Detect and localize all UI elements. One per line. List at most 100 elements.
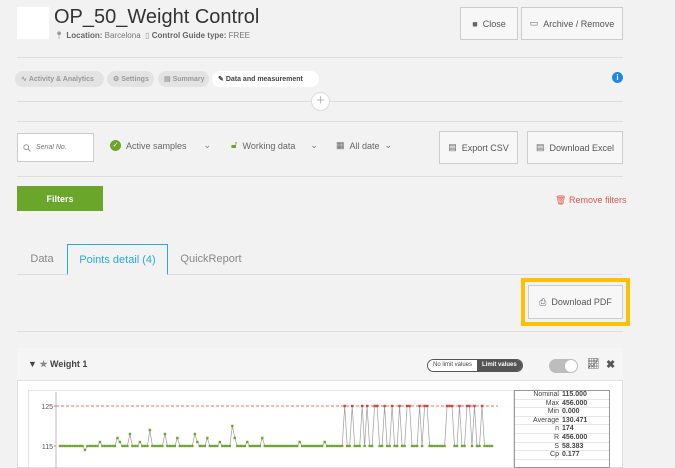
data-point [278,444,281,448]
data-point [131,444,134,448]
data-point-out-of-limit [383,404,386,408]
limit-option[interactable]: Limit values [477,360,522,371]
stat-label: S [554,442,559,450]
tab-points-detail[interactable]: Points detail (4) [67,244,168,275]
no-limit-option[interactable]: No limit values [428,360,478,371]
data-point [253,444,256,448]
data-point [403,444,406,448]
stat-label: Max [545,399,559,407]
data-point [301,444,304,448]
data-point [223,444,227,448]
data-point [66,444,69,448]
data-point [201,444,204,448]
data-point [378,444,381,448]
divider [17,57,623,58]
location-label: Location: [66,31,103,40]
tab-data[interactable]: Data [17,244,67,274]
panel-switch[interactable] [549,359,578,373]
data-point [138,440,142,444]
switch-knob [565,360,577,372]
data-point [433,444,436,448]
data-point [71,444,74,448]
data-point [181,444,184,448]
export-csv-button[interactable]: ▤ Export CSV [439,131,518,164]
add-icon[interactable]: + [311,92,330,111]
serial-search-field[interactable] [17,133,94,162]
stat-value: 0.000 [562,408,580,416]
date-dropdown[interactable]: ▦ All date ⌄ [336,140,392,151]
data-point [96,444,99,448]
close-label: Close [482,18,506,29]
data-point [291,444,294,448]
data-point [335,444,339,448]
working-data-label: Working data [242,140,296,151]
tab-activity-analytics[interactable]: ∿ Activity & Analytics [15,71,104,87]
data-point [243,444,246,448]
lock-icon: 🔓︎ [231,140,238,151]
chart-line-icon[interactable]: 📈︎ [587,359,600,370]
data-point [78,444,82,448]
data-point [76,444,79,448]
archive-remove-button[interactable]: ▭ Archive / Remove [521,7,623,40]
check-circle-icon: ✓ [110,140,121,151]
collapse-icon[interactable]: ▼ [28,359,37,369]
limit-values-toggle[interactable]: No limit values Limit values [427,359,523,372]
data-point [83,448,87,452]
data-point [296,444,299,448]
data-point [251,444,254,448]
data-point [236,444,239,448]
remove-filters-label: Remove filters [568,195,627,205]
working-data-dropdown[interactable]: 🔓︎ Working data ⌄ [231,140,318,151]
panel-title[interactable]: ▼ ★ Weight 1 [28,359,87,370]
data-point [440,444,444,448]
location-pin-icon: 📍︎ [54,31,65,40]
tab-data-measurement[interactable]: ✎ Data and measurement [212,71,319,87]
data-point [435,444,439,448]
data-point [203,444,207,448]
tab-label: Data and measurement [225,75,303,83]
data-point [168,444,172,448]
data-point [358,444,361,448]
data-point [455,444,459,448]
tab-settings[interactable]: ⚙ Settings [107,71,154,87]
stat-value: 456.000 [562,433,588,441]
data-point [453,444,456,448]
stat-label: Average [533,416,559,424]
data-point [325,444,329,448]
folder-open-icon: ▭ [529,18,539,28]
data-point [248,444,251,448]
data-point [158,444,162,448]
stats-row: S 58.383 [515,443,609,452]
close-icon[interactable]: ✖ [606,358,615,371]
calendar-icon: ▦ [336,140,345,150]
close-button[interactable]: ■ Close [460,7,518,40]
stat-value: 115.000 [562,391,587,398]
data-point [413,444,416,448]
data-point [430,444,434,448]
stat-label: n [555,425,559,433]
active-samples-dropdown[interactable]: ✓ Active samples ⌄ [110,140,211,151]
info-icon[interactable]: i [612,72,623,83]
tab-quickreport[interactable]: QuickReport [168,244,254,274]
data-point [133,444,137,448]
data-point [263,444,266,448]
data-point-out-of-limit [425,404,429,408]
tab-summary[interactable]: ▤ Summary [158,71,209,87]
star-icon[interactable]: ★ [39,359,47,369]
data-point [490,444,494,448]
stats-row: Nominal 115.000 [515,391,609,400]
stat-label: Cp [550,451,559,459]
data-point-out-of-limit [405,404,409,408]
serial-input[interactable] [36,144,88,151]
download-excel-button[interactable]: ▤ Download Excel [527,131,623,164]
filters-button[interactable]: Filters [17,186,103,211]
data-point [161,444,164,448]
y-tick-label: 125 [41,404,53,411]
data-point [73,444,77,448]
data-point [298,440,301,444]
data-point [353,444,356,448]
stat-label: Min [547,408,559,416]
remove-filters-link[interactable]: 🗑︎ Remove filters [555,195,626,206]
data-point [68,444,72,448]
folder-icon: ■ [472,18,478,29]
